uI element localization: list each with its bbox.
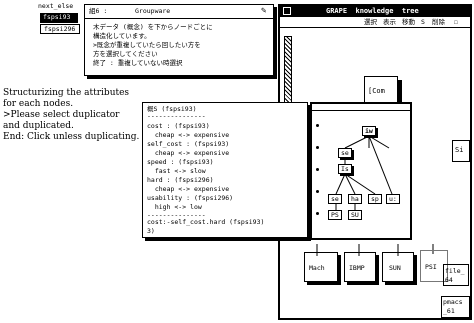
attr-line: cheap <-> expensive [147,131,230,139]
message-title: Groupware [135,7,171,15]
attr-line[interactable]: usability : (fspsi296) [147,194,233,203]
annotation-line: for each nodes. [3,99,74,109]
attr-line[interactable]: cost : (fspsi93) [147,122,210,131]
node-mach[interactable]: Mach [304,252,338,282]
menu-item-fspsi296[interactable]: fspsi296 [40,24,80,34]
tree-node-iw[interactable]: iw [362,126,376,136]
annotation-line: and duplicated. [3,121,74,131]
tree-node-leaf-se-label: se [331,195,339,203]
node-ibmp-label: IBMP [349,264,365,272]
attr-result-line: cost:-self_cost.hard (fspsi93) [147,218,265,226]
menu-title: next_else [38,2,74,10]
tree-node-is[interactable]: Is [338,164,352,174]
tree-node-leaf-u-label: u: [389,195,397,203]
node-mach-label: Mach [309,264,325,272]
pen-icon[interactable]: ✎ [261,6,266,16]
attr-line: fast <-> slow [147,167,206,175]
attribute-window: 概S (fspsi93) --------------- cost : (fsp… [142,102,308,238]
message-titlebar: 組6 : Groupware ✎ [85,5,273,19]
tree-node-leaf-ha[interactable]: ha [348,194,362,204]
message-line-3: >既念が重複していたら回したい方を [93,41,201,49]
tree-node-su-label: SU [351,211,359,219]
node-ibmp[interactable]: IBMP [344,252,376,282]
tree-node-leaf-sp[interactable]: sp [368,194,382,204]
tree-view: iw se Is se ha sp u: PS SU [310,102,412,240]
annotation-line: End: Click unless duplicating. [3,132,140,142]
tree-node-iw-label: iw [365,127,373,135]
node-sun[interactable]: SUN [382,252,414,282]
selection-menu: next_else fspsi93 fspsi296 [38,2,82,36]
tree-node-is-label: Is [341,165,349,173]
attr-line[interactable]: hard : (fspsi296) [147,176,214,185]
attr-line[interactable]: self_cost : (fspsi93) [147,140,229,149]
message-window: 組6 : Groupware ✎ 木データ (概念) を下からノードごとに 構造… [84,4,274,76]
attr-line: cheap <-> expensive [147,185,230,193]
message-line-5: 終了 : 重複していない時選択 [93,59,183,67]
tree-node-leaf-sp-label: sp [371,195,379,203]
message-line-1: 木データ (概念) を下からノードごとに [93,23,213,31]
annotation-line: >Please select duplicator [3,110,120,120]
tree-node-leaf-ha-label: ha [351,195,359,203]
tree-node-se-label: se [341,149,349,157]
message-label: 組6 : [89,7,108,15]
tree-node-su[interactable]: SU [348,210,362,220]
tree-node-se[interactable]: se [338,148,352,158]
file-item-64[interactable]: file_ 64 [443,264,469,286]
attr-result-line: 3) [147,227,155,235]
annotation-line: Structurizing the attributes [3,88,130,98]
tree-node-ps-label: PS [331,211,339,219]
message-line-2: 構造化しています。 [93,32,151,40]
node-sun-label: SUN [389,264,401,272]
tree-node-leaf-u[interactable]: u: [386,194,400,204]
attribute-window-divider: --------------- [147,112,206,120]
tree-node-ps[interactable]: PS [328,210,342,220]
file-item-61[interactable]: pmacs _61 [441,296,470,318]
attr-line[interactable]: speed : (fspsi93) [147,158,214,167]
attr-line: cheap <-> expensive [147,149,230,157]
file-item-61-label: pmacs _61 [443,298,463,315]
node-psi-label: PSI [425,263,437,271]
tree-node-leaf-se[interactable]: se [328,194,342,204]
message-line-4: 方を選択してください [93,50,158,58]
file-item-64-label: file_ 64 [445,267,465,284]
menu-item-fspsi93[interactable]: fspsi93 [40,13,78,23]
